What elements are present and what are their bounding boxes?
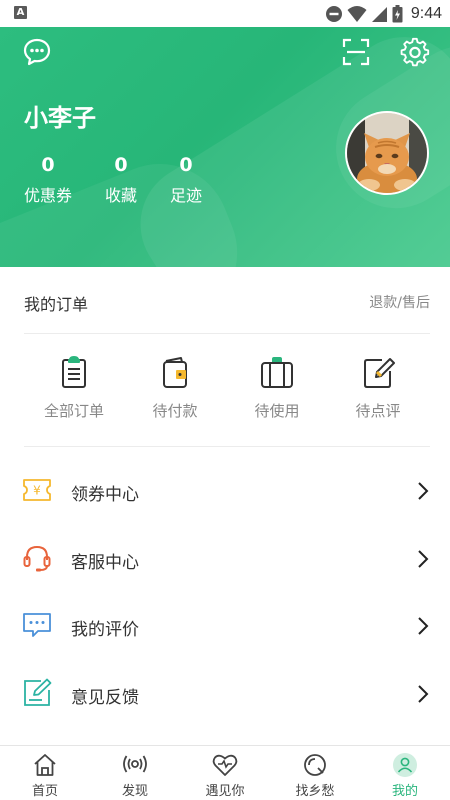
- order-label: 待使用: [254, 402, 300, 420]
- chevron-right-icon: [418, 685, 429, 703]
- stat-history[interactable]: 0 足迹: [156, 154, 216, 206]
- order-label: 待付款: [152, 402, 198, 420]
- stat-coupons[interactable]: 0 优惠券: [18, 154, 78, 206]
- svg-text:¥: ¥: [33, 484, 41, 498]
- order-to-review[interactable]: 待点评: [328, 354, 428, 434]
- status-bar: A 9:44: [0, 0, 450, 27]
- search-circle-icon: [304, 754, 326, 776]
- battery-icon: [392, 5, 403, 23]
- clipboard-icon: [62, 356, 86, 388]
- stat-favorites[interactable]: 0 收藏: [91, 154, 151, 206]
- stat-value: 0: [114, 154, 128, 176]
- order-pending-payment[interactable]: 待付款: [125, 354, 225, 434]
- tab-label: 我的: [391, 784, 418, 799]
- cat-avatar-image: [347, 113, 427, 193]
- order-label: 全部订单: [43, 402, 104, 420]
- clock-time: 9:44: [410, 5, 442, 22]
- stat-value: 0: [41, 154, 55, 176]
- wifi-icon: [347, 6, 367, 22]
- tab-label: 首页: [31, 784, 58, 799]
- tab-discover[interactable]: 发现: [90, 746, 180, 800]
- menu-item-my-reviews[interactable]: 我的评价: [0, 593, 450, 661]
- user-icon: [393, 753, 417, 777]
- home-icon: [34, 754, 56, 776]
- order-to-use[interactable]: 待使用: [227, 354, 327, 434]
- heart-icon: [212, 754, 238, 776]
- bottom-tab-bar: 首页 发现 遇见你 找乡愁 我的: [0, 745, 450, 800]
- headset-icon: [23, 545, 51, 572]
- menu-label: 我的评价: [71, 620, 139, 640]
- orders-title: 我的订单: [24, 295, 89, 314]
- menu-label: 意见反馈: [71, 688, 139, 708]
- stat-label: 足迹: [169, 186, 202, 205]
- briefcase-icon: [261, 357, 293, 388]
- message-icon[interactable]: [22, 37, 52, 67]
- chevron-right-icon: [418, 617, 429, 635]
- scan-icon[interactable]: [341, 37, 371, 67]
- wallet-icon: [163, 357, 187, 388]
- feedback-icon: [24, 678, 52, 706]
- signal-icon: [371, 6, 387, 22]
- settings-icon[interactable]: [400, 37, 430, 67]
- refund-link[interactable]: 退款/售后: [369, 292, 430, 312]
- order-all[interactable]: 全部订单: [24, 354, 124, 434]
- username: 小李子: [24, 104, 96, 132]
- stat-value: 0: [179, 154, 193, 176]
- menu-item-feedback[interactable]: 意见反馈: [0, 661, 450, 729]
- tab-label: 发现: [121, 784, 148, 799]
- menu-label: 领券中心: [71, 485, 139, 505]
- menu-label: 客服中心: [71, 553, 139, 573]
- tab-label: 找乡愁: [295, 784, 335, 799]
- stat-label: 收藏: [104, 186, 137, 205]
- menu-item-coupon-center[interactable]: ¥ 领券中心: [0, 458, 450, 526]
- tab-find-nostalgia[interactable]: 找乡愁: [270, 746, 360, 800]
- coupon-icon: ¥: [23, 479, 51, 501]
- edit-icon: [364, 358, 395, 388]
- profile-header: 小李子 0 优惠券 0 收藏 0 足迹: [0, 27, 450, 267]
- tab-mine[interactable]: 我的: [360, 746, 450, 800]
- comment-icon: [23, 613, 51, 637]
- dnd-icon: [325, 6, 342, 22]
- chevron-right-icon: [418, 550, 429, 568]
- tab-home[interactable]: 首页: [0, 746, 90, 800]
- stat-label: 优惠券: [23, 186, 72, 205]
- orders-header: 我的订单 退款/售后: [24, 267, 430, 334]
- notification-badge: A: [14, 6, 27, 19]
- order-label: 待点评: [355, 402, 401, 420]
- avatar[interactable]: [345, 111, 429, 195]
- discover-icon: [123, 755, 147, 773]
- tab-label: 遇见你: [205, 784, 245, 799]
- tab-meet-you[interactable]: 遇见你: [180, 746, 270, 800]
- menu-item-customer-service[interactable]: 客服中心: [0, 526, 450, 594]
- divider: [24, 446, 430, 447]
- chevron-right-icon: [418, 482, 429, 500]
- system-icons: 9:44: [325, 3, 442, 25]
